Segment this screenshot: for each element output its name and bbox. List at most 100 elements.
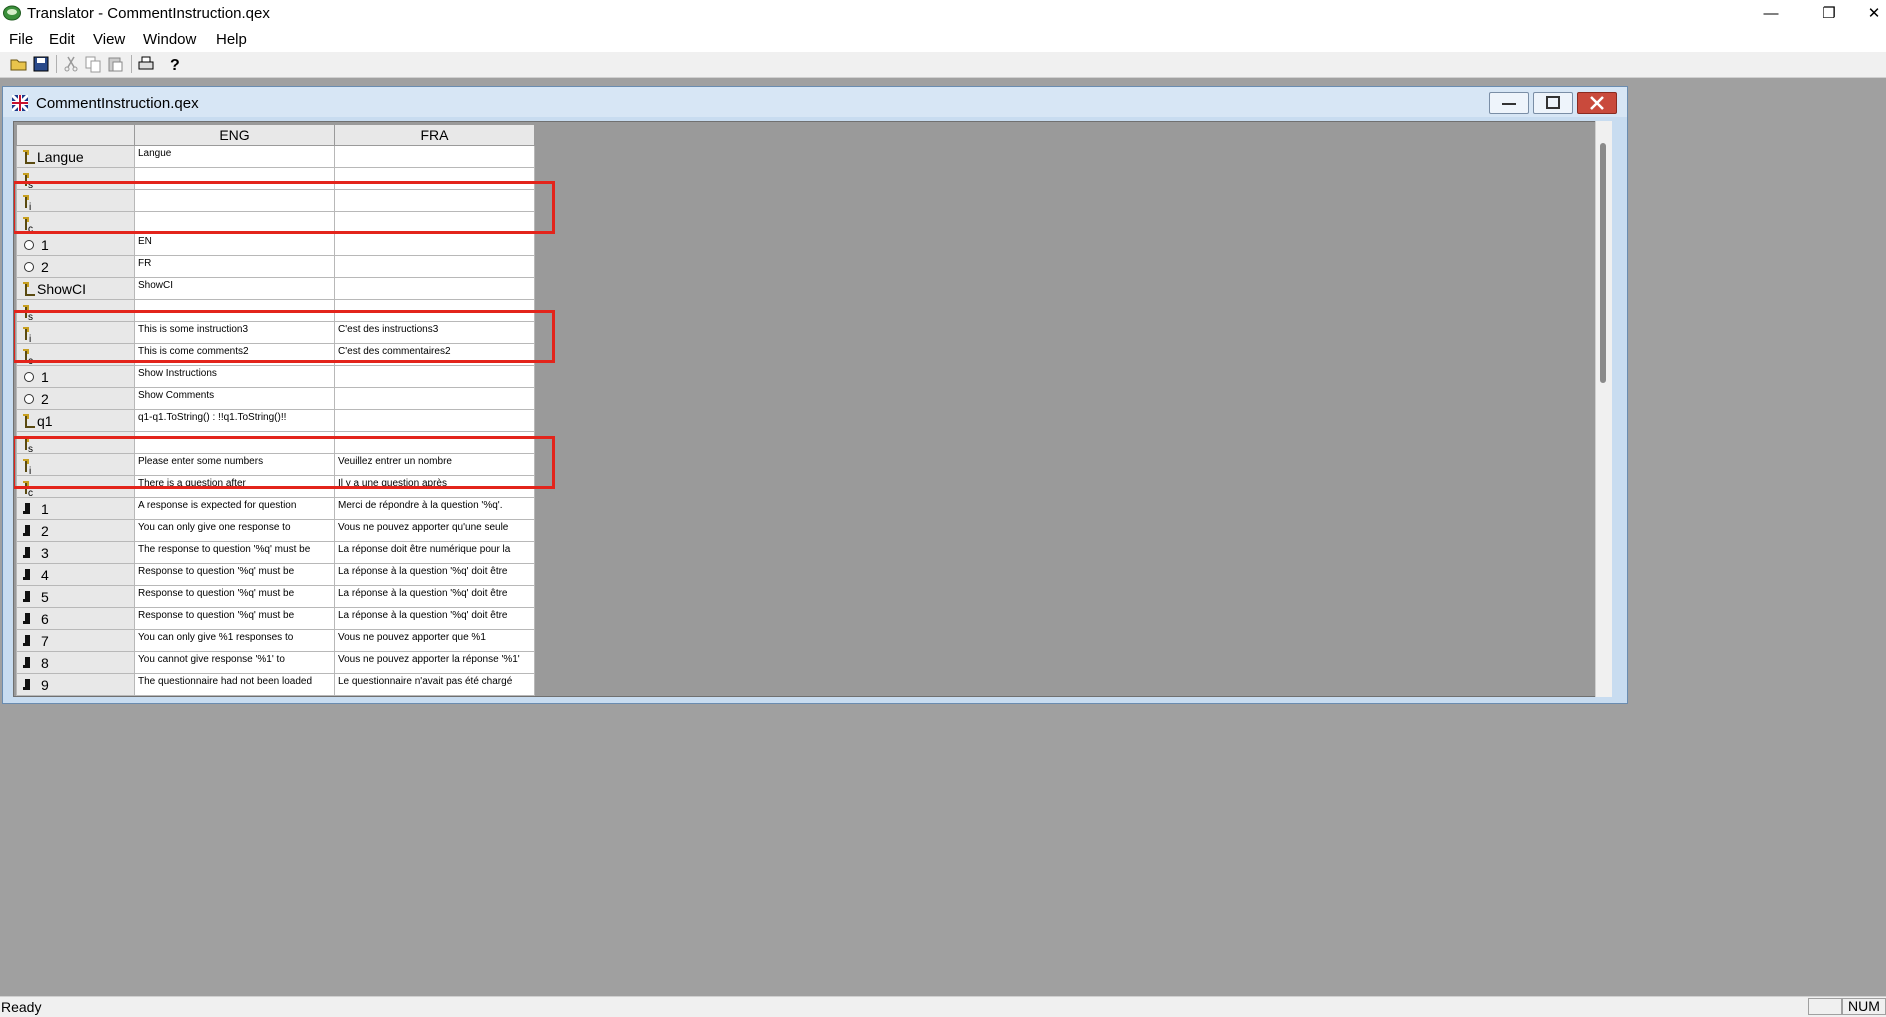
row-header[interactable]: 6 — [16, 607, 135, 630]
eng-cell[interactable]: Response to question '%q' must be — [134, 607, 335, 630]
menu-file[interactable]: File — [9, 31, 33, 48]
grid-row[interactable]: 2 FR — [16, 255, 535, 278]
row-header[interactable]: 4 — [16, 563, 135, 586]
menu-window[interactable]: Window — [143, 31, 196, 48]
eng-cell[interactable]: Show Instructions — [134, 365, 335, 388]
help-icon[interactable]: ? — [166, 55, 184, 73]
grid-row[interactable]: 10Sorry the password you provided isDéso… — [16, 695, 535, 696]
row-header[interactable]: q1 — [16, 409, 135, 432]
menu-edit[interactable]: Edit — [49, 31, 75, 48]
fra-cell[interactable]: Vous ne pouvez apporter que %1 — [334, 629, 535, 652]
fra-cell[interactable]: La réponse à la question '%q' doit être — [334, 585, 535, 608]
fra-cell[interactable] — [334, 255, 535, 278]
menu-view[interactable]: View — [93, 31, 125, 48]
fra-cell[interactable] — [334, 277, 535, 300]
grid-row[interactable]: 9 The questionnaire had not been loaded Le… — [16, 673, 535, 696]
eng-cell[interactable]: Response to question '%q' must be — [134, 563, 335, 586]
row-header[interactable]: 8 — [16, 651, 135, 674]
fra-cell[interactable]: La réponse à la question '%q' doit être — [334, 563, 535, 586]
label-icon — [23, 414, 35, 429]
grid-row[interactable]: 1 EN — [16, 233, 535, 256]
scrollbar-thumb[interactable] — [1600, 143, 1606, 383]
copy-icon[interactable] — [84, 55, 102, 73]
grid-row[interactable]: 4 Response to question '%q' must be La rép… — [16, 563, 535, 586]
row-label: q1 — [37, 413, 53, 430]
grid-row[interactable]: 2 Show Comments — [16, 387, 535, 410]
row-header[interactable]: ShowCI — [16, 277, 135, 300]
eng-cell[interactable]: ShowCI — [134, 277, 335, 300]
fra-cell[interactable] — [334, 365, 535, 388]
fra-cell[interactable] — [334, 387, 535, 410]
close-button[interactable]: ✕ — [1862, 2, 1886, 26]
document-maximize-button[interactable] — [1533, 92, 1573, 114]
label-icon — [23, 282, 35, 297]
eng-cell[interactable]: You can only give one response to — [134, 519, 335, 542]
column-header-eng[interactable]: ENG — [134, 124, 335, 146]
grid-row[interactable]: 3 The response to question '%q' must be La… — [16, 541, 535, 564]
row-header[interactable]: Langue — [16, 145, 135, 168]
eng-cell[interactable]: You can only give %1 responses to — [134, 629, 335, 652]
fra-cell[interactable] — [334, 409, 535, 432]
eng-cell[interactable]: q1-q1.ToString() : !!q1.ToString()!! — [134, 409, 335, 432]
minimize-button[interactable]: — — [1748, 2, 1794, 26]
fra-cell[interactable]: Désolé le mot de passe entré est — [334, 695, 535, 696]
eng-cell[interactable]: EN — [134, 233, 335, 256]
row-header[interactable]: 1 — [16, 497, 135, 520]
grid-row[interactable]: ShowCI ShowCI — [16, 277, 535, 300]
row-header[interactable]: 5 — [16, 585, 135, 608]
fra-cell[interactable]: La réponse à la question '%q' doit être — [334, 607, 535, 630]
eng-cell[interactable]: FR — [134, 255, 335, 278]
fra-cell[interactable]: Vous ne pouvez apporter la réponse '%1' — [334, 651, 535, 674]
grid-row[interactable]: 7 You can only give %1 responses to Vous n… — [16, 629, 535, 652]
paste-icon[interactable] — [106, 55, 124, 73]
cut-icon[interactable] — [62, 55, 80, 73]
row-header[interactable]: 1 — [16, 365, 135, 388]
message-icon — [23, 590, 33, 604]
grid-row[interactable]: Langue Langue — [16, 145, 535, 168]
save-icon[interactable] — [32, 55, 50, 73]
grid-row[interactable]: 8 You cannot give response '%1' to Vous ne… — [16, 651, 535, 674]
row-header[interactable]: 2 — [16, 255, 135, 278]
fra-cell[interactable]: Le questionnaire n'avait pas été chargé — [334, 673, 535, 696]
row-header[interactable]: 2 — [16, 387, 135, 410]
row-header[interactable]: 7 — [16, 629, 135, 652]
fra-cell[interactable]: Merci de répondre à la question '%q'. — [334, 497, 535, 520]
eng-cell[interactable]: The questionnaire had not been loaded — [134, 673, 335, 696]
row-header[interactable]: 1 — [16, 233, 135, 256]
eng-cell[interactable]: Show Comments — [134, 387, 335, 410]
eng-cell[interactable]: The response to question '%q' must be — [134, 541, 335, 564]
translation-grid-area: ENG FRA Langue Langue s i c 1 EN 2 FR ShowCI ShowC… — [13, 121, 1597, 697]
grid-row[interactable]: 5 Response to question '%q' must be La rép… — [16, 585, 535, 608]
grid-row[interactable]: 1 Show Instructions — [16, 365, 535, 388]
flag-icon — [12, 95, 28, 111]
translator-app-icon — [3, 5, 21, 21]
grid-row[interactable]: 2 You can only give one response to Vous n… — [16, 519, 535, 542]
fra-cell[interactable] — [334, 145, 535, 168]
row-header[interactable]: 3 — [16, 541, 135, 564]
grid-row[interactable]: 1 A response is expected for question Merc… — [16, 497, 535, 520]
eng-cell[interactable]: A response is expected for question — [134, 497, 335, 520]
restore-button[interactable]: ❐ — [1806, 2, 1852, 26]
open-icon[interactable] — [10, 55, 28, 73]
highlight-box — [14, 310, 555, 363]
row-header[interactable]: 9 — [16, 673, 135, 696]
document-minimize-button[interactable] — [1489, 92, 1529, 114]
document-close-button[interactable] — [1577, 92, 1617, 114]
eng-cell[interactable]: Langue — [134, 145, 335, 168]
print-icon[interactable] — [137, 55, 155, 73]
column-header-fra[interactable]: FRA — [334, 124, 535, 146]
row-header[interactable]: 10 — [16, 695, 135, 696]
vertical-scrollbar[interactable] — [1595, 121, 1612, 697]
row-label: ShowCI — [37, 281, 87, 298]
grid-row[interactable]: 6 Response to question '%q' must be La rép… — [16, 607, 535, 630]
fra-cell[interactable] — [334, 233, 535, 256]
grid-row[interactable]: q1 q1-q1.ToString() : !!q1.ToString()!! — [16, 409, 535, 432]
eng-cell[interactable]: You cannot give response '%1' to — [134, 651, 335, 674]
eng-cell[interactable]: Response to question '%q' must be — [134, 585, 335, 608]
row-header[interactable]: 2 — [16, 519, 135, 542]
close-icon — [1590, 96, 1604, 110]
eng-cell[interactable]: Sorry the password you provided is — [134, 695, 335, 696]
menu-help[interactable]: Help — [216, 31, 247, 48]
fra-cell[interactable]: Vous ne pouvez apporter qu'une seule — [334, 519, 535, 542]
fra-cell[interactable]: La réponse doit être numérique pour la — [334, 541, 535, 564]
